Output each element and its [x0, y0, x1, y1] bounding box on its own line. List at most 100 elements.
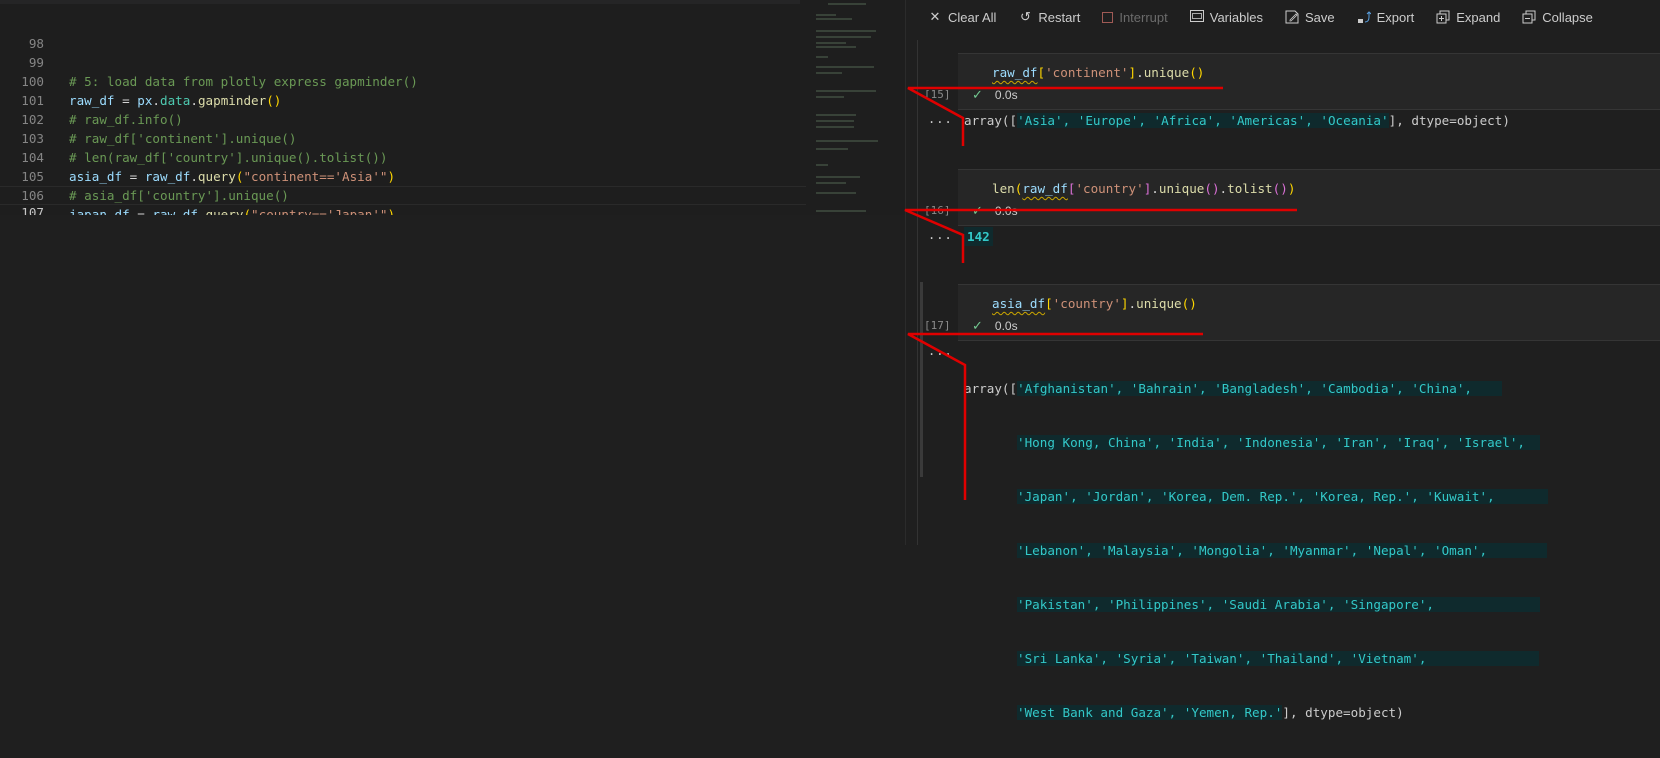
code-line[interactable]: 106 japan_df = raw_df.query("country=='J…	[0, 167, 810, 222]
code-line[interactable]: 104 asia_df = raw_df.query("continent=='…	[0, 129, 810, 184]
code-line[interactable]: 101 # raw_df.info()	[0, 72, 810, 127]
output-line: 'West Bank and Gaza', 'Yemen, Rep.'], dt…	[964, 704, 1548, 722]
editor-empty-area	[0, 215, 905, 545]
cell-output: 142	[964, 227, 993, 246]
minimap-line	[816, 140, 878, 142]
interactive-window: ✕ Clear All ↺ Restart Interrupt Variable…	[906, 0, 1660, 720]
cell-output: array(['Asia', 'Europe', 'Africa', 'Amer…	[964, 112, 1510, 130]
code-line[interactable]: 100 raw_df = px.data.gapminder()	[0, 53, 810, 108]
output-prefix: array([	[964, 113, 1018, 128]
code-line[interactable]: 103 # len(raw_df['country'].unique().tol…	[0, 110, 810, 165]
output-more-button[interactable]: ...	[928, 112, 953, 126]
save-icon	[1285, 10, 1299, 24]
output-highlight: 'Japan', 'Jordan', 'Korea, Dem. Rep.', '…	[1017, 489, 1548, 504]
clear-all-label: Clear All	[948, 9, 997, 25]
cell-output: array(['Afghanistan', 'Bahrain', 'Bangla…	[964, 344, 1548, 758]
collapse-button[interactable]: Collapse	[1522, 10, 1593, 25]
notebook-cell[interactable]: len(raw_df['country'].unique().tolist())…	[906, 169, 1660, 254]
output-line: 'Pakistan', 'Philippines', 'Saudi Arabia…	[964, 596, 1548, 614]
minimap-line	[816, 18, 852, 20]
code-line[interactable]: 99 # 5: load data from plotly express ga…	[0, 34, 810, 89]
minimap-line	[816, 210, 866, 212]
notebook-cell[interactable]: raw_df['continent'].unique() [15] ✓ 0.0s…	[906, 53, 1660, 138]
collapse-icon	[1522, 10, 1536, 24]
output-highlight: 'Afghanistan', 'Bahrain', 'Bangladesh', …	[1017, 381, 1503, 396]
collapse-label: Collapse	[1542, 9, 1593, 25]
output-line: array(['Afghanistan', 'Bahrain', 'Bangla…	[964, 380, 1548, 398]
minimap-line	[828, 3, 866, 5]
stop-icon	[1102, 11, 1114, 23]
cell-status: ✓ 0.0s	[972, 203, 1018, 219]
expand-label: Expand	[1456, 9, 1501, 25]
minimap-line	[816, 72, 842, 74]
cell-code[interactable]: len(raw_df['country'].unique().tolist())	[992, 180, 1295, 198]
minimap-line	[816, 42, 846, 44]
execution-time: 0.0s	[994, 88, 1018, 102]
notebook-toolbar: ✕ Clear All ↺ Restart Interrupt Variable…	[906, 0, 1660, 34]
minimap-line	[816, 56, 828, 58]
clear-all-button[interactable]: ✕ Clear All	[928, 9, 997, 25]
minimap-line	[816, 148, 848, 150]
check-icon: ✓	[972, 203, 983, 218]
export-icon	[1357, 10, 1371, 24]
minimap-line	[816, 30, 876, 32]
cell-code[interactable]: raw_df['continent'].unique()	[992, 64, 1204, 82]
code-editor[interactable]: 98 99 # 5: load data from plotly express…	[0, 0, 905, 241]
minimap-line	[816, 66, 874, 68]
variables-label: Variables	[1209, 9, 1263, 25]
code-line[interactable]: 105 # asia_df['country'].unique()	[0, 148, 810, 203]
output-more-button[interactable]: ...	[928, 344, 953, 358]
interrupt-button[interactable]: Interrupt	[1102, 10, 1168, 25]
expand-icon	[1436, 10, 1450, 24]
output-value: 142	[964, 227, 993, 246]
minimap-line	[816, 126, 854, 128]
output-line: 'Japan', 'Jordan', 'Korea, Dem. Rep.', '…	[964, 488, 1548, 506]
save-label: Save	[1304, 9, 1335, 25]
code-line[interactable]: 98	[0, 15, 810, 51]
restart-button[interactable]: ↺ Restart	[1018, 10, 1080, 25]
output-suffix: ], dtype=object)	[1282, 705, 1404, 720]
execution-count: [16]	[924, 204, 951, 217]
minimap-line	[816, 36, 871, 38]
variables-button[interactable]: Variables	[1189, 9, 1263, 25]
check-icon: ✓	[972, 318, 983, 333]
execution-time: 0.0s	[994, 319, 1018, 333]
export-label: Export	[1376, 9, 1415, 25]
output-highlight: 'Hong Kong, China', 'India', 'Indonesia'…	[1017, 435, 1540, 450]
minimap[interactable]	[806, 0, 901, 215]
minimap-line	[816, 192, 856, 194]
output-highlight: 'Sri Lanka', 'Syria', 'Taiwan', 'Thailan…	[1017, 651, 1540, 666]
cell-input[interactable]: asia_df['country'].unique()	[958, 284, 1660, 341]
cell-status: ✓ 0.0s	[972, 87, 1018, 103]
cell-input[interactable]: raw_df['continent'].unique()	[958, 53, 1660, 110]
minimap-line	[816, 96, 844, 98]
minimap-line	[816, 120, 854, 122]
output-line: 'Hong Kong, China', 'India', 'Indonesia'…	[964, 434, 1548, 452]
output-highlight: 'Asia', 'Europe', 'Africa', 'Americas', …	[1017, 113, 1389, 128]
code-line-current[interactable]: 107 # japan_df	[0, 186, 810, 237]
code-line[interactable]: 102 # raw_df['continent'].unique()	[0, 91, 810, 146]
editor-sticky-header	[0, 0, 800, 4]
code-lines[interactable]: 98 99 # 5: load data from plotly express…	[0, 15, 810, 241]
output-more-button[interactable]: ...	[928, 228, 953, 242]
output-prefix: array([	[964, 381, 1018, 396]
minimap-line	[816, 14, 836, 16]
restart-icon: ↺	[1019, 9, 1031, 24]
save-button[interactable]: Save	[1285, 10, 1335, 25]
notebook-cell[interactable]: asia_df['country'].unique() [17] ✓ 0.0s …	[906, 284, 1660, 720]
output-suffix: ], dtype=object)	[1388, 113, 1510, 128]
minimap-line	[816, 164, 828, 166]
variables-icon	[1189, 10, 1204, 24]
minimap-line	[816, 176, 860, 178]
execution-count: [15]	[924, 88, 951, 101]
export-button[interactable]: Export	[1357, 9, 1415, 25]
minimap-line	[816, 90, 876, 92]
cell-status: ✓ 0.0s	[972, 318, 1018, 334]
cell-input[interactable]: len(raw_df['country'].unique().tolist())	[958, 169, 1660, 226]
restart-label: Restart	[1038, 9, 1081, 25]
expand-button[interactable]: Expand	[1436, 10, 1500, 25]
minimap-line	[816, 114, 856, 116]
execution-time: 0.0s	[994, 204, 1018, 218]
cell-code[interactable]: asia_df['country'].unique()	[992, 295, 1197, 313]
close-icon: ✕	[929, 9, 941, 24]
